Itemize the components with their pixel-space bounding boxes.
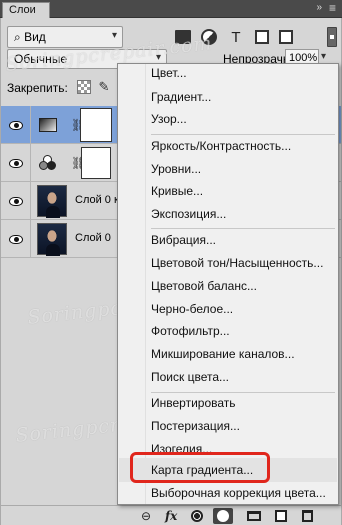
menu-item-selective-color[interactable]: Выборочная коррекция цвета...: [119, 484, 337, 503]
layer-mask-thumbnail[interactable]: [80, 108, 112, 142]
menu-item-hue-saturation[interactable]: Цветовой тон/Насыщенность...: [119, 254, 337, 273]
menu-item-black-white[interactable]: Черно-белое...: [119, 300, 337, 319]
filter-icons: T: [175, 27, 293, 47]
gradient-map-adjustment-icon: [39, 117, 57, 133]
menu-item-invert[interactable]: Инвертировать: [119, 394, 337, 413]
smart-object-filter-icon[interactable]: [279, 30, 293, 44]
menu-separator: [151, 392, 335, 393]
filter-row: ⌕ Вид ▾ T: [7, 26, 337, 50]
tab-layers[interactable]: Слои: [2, 2, 50, 18]
menu-item-photo-filter[interactable]: Фотофильтр...: [119, 322, 337, 341]
panel-titlebar: Слои » ≡: [0, 0, 342, 18]
filter-toggle-switch[interactable]: [327, 27, 337, 47]
panel-menu-icon[interactable]: ≡: [329, 1, 336, 15]
lock-brush-icon[interactable]: ✎: [97, 79, 111, 94]
adjustment-layer-menu: Цвет... Градиент... Узор... Яркость/Конт…: [117, 63, 339, 505]
menu-item-exposure[interactable]: Экспозиция...: [119, 205, 337, 224]
menu-item-levels[interactable]: Уровни...: [119, 160, 337, 179]
menu-item-solid-color[interactable]: Цвет...: [119, 64, 337, 83]
adjustment-layer-icon[interactable]: [213, 508, 233, 524]
chevron-down-icon: ▾: [111, 30, 117, 41]
adjustment-filter-icon[interactable]: [201, 29, 217, 45]
menu-item-color-lookup[interactable]: Поиск цвета...: [119, 368, 337, 387]
menu-item-gradient[interactable]: Градиент...: [119, 88, 337, 107]
folder-icon[interactable]: [245, 508, 263, 524]
menu-separator: [151, 134, 335, 135]
visibility-toggle[interactable]: [1, 144, 31, 182]
lock-transparency-icon[interactable]: [77, 80, 91, 94]
collapse-icon[interactable]: »: [316, 2, 321, 13]
lock-label: Закрепить:: [7, 81, 68, 95]
chevron-down-icon[interactable]: ▾: [321, 51, 326, 62]
menu-item-channel-mixer[interactable]: Микширование каналов...: [119, 345, 337, 364]
chevron-down-icon: ▾: [155, 52, 161, 63]
blend-mode-label: Обычные: [14, 52, 68, 66]
eye-icon: [8, 120, 23, 130]
shape-filter-icon[interactable]: [255, 30, 269, 44]
menu-item-pattern[interactable]: Узор...: [119, 110, 337, 129]
eye-icon: [8, 196, 23, 206]
trash-icon[interactable]: [299, 508, 315, 524]
color-balance-adjustment-icon: [39, 155, 57, 171]
new-layer-icon[interactable]: [273, 508, 289, 524]
menu-item-color-balance[interactable]: Цветовой баланс...: [119, 277, 337, 296]
menu-item-posterize[interactable]: Постеризация...: [119, 417, 337, 436]
visibility-toggle[interactable]: [1, 220, 31, 258]
fx-button[interactable]: fx: [165, 508, 177, 524]
layer-mask-thumbnail[interactable]: [81, 147, 111, 179]
menu-item-brightness-contrast[interactable]: Яркость/Контрастность...: [119, 137, 337, 156]
visibility-toggle[interactable]: [1, 182, 31, 220]
eye-icon: [8, 234, 23, 244]
filter-kind-select[interactable]: ⌕ Вид ▾: [7, 26, 123, 48]
eye-icon: [8, 158, 23, 168]
menu-item-curves[interactable]: Кривые...: [119, 182, 337, 201]
image-filter-icon[interactable]: [175, 30, 191, 44]
menu-item-vibrance[interactable]: Вибрация...: [119, 231, 337, 250]
layer-thumbnail[interactable]: [37, 185, 67, 218]
layers-toolbar: ⊖ fx: [1, 505, 341, 525]
highlight-annotation: [130, 452, 270, 483]
search-icon: ⌕: [14, 30, 25, 44]
layer-thumbnail[interactable]: [37, 223, 67, 256]
type-filter-icon[interactable]: T: [227, 28, 245, 46]
visibility-toggle[interactable]: [1, 106, 31, 144]
layer-name[interactable]: Слой 0: [75, 232, 111, 244]
filter-kind-label: Вид: [24, 30, 46, 44]
add-mask-icon[interactable]: [189, 508, 205, 524]
menu-separator: [151, 228, 335, 229]
link-layers-icon[interactable]: ⊖: [141, 508, 151, 524]
